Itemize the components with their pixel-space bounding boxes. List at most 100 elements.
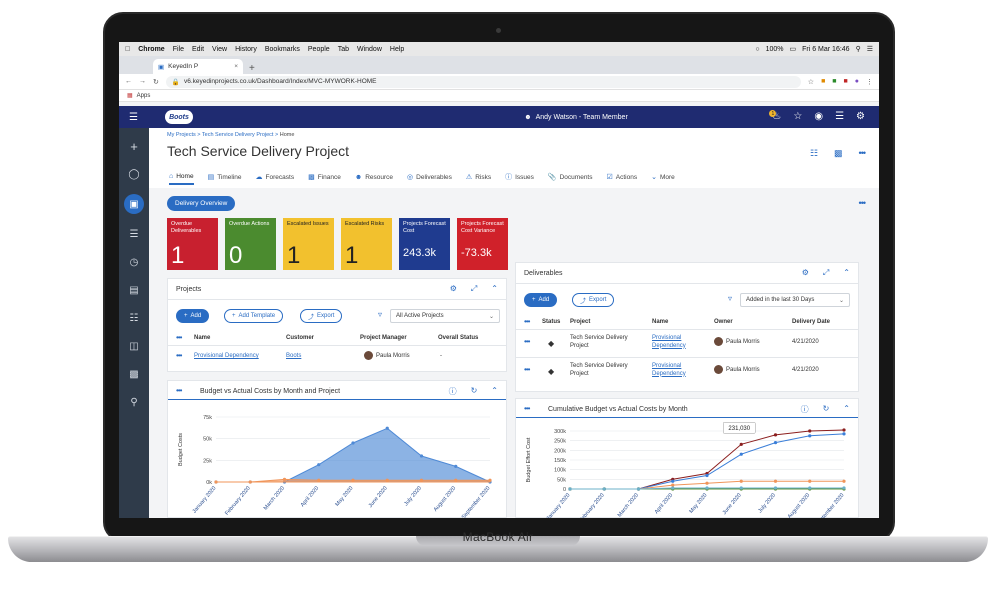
tab-more[interactable]: ⌄ More bbox=[651, 172, 675, 185]
chrome-menu-icon[interactable]: ⋮ bbox=[866, 78, 873, 86]
wifi-icon[interactable]: ○ bbox=[755, 46, 759, 53]
row-menu-icon[interactable]: ••• bbox=[176, 351, 182, 360]
menu-help[interactable]: Help bbox=[390, 46, 404, 53]
apple-icon[interactable]:  bbox=[125, 46, 130, 53]
globe-icon[interactable]: ◉ bbox=[814, 111, 823, 122]
extensions-icon[interactable]: ■ bbox=[821, 78, 825, 85]
reload-icon[interactable]: ↻ bbox=[153, 78, 159, 86]
sliders-icon[interactable]: ☰ bbox=[126, 226, 142, 242]
gear-icon[interactable]: ⚙ bbox=[802, 268, 809, 278]
add-project-button[interactable]: + Add bbox=[176, 309, 210, 323]
menu-history[interactable]: History bbox=[235, 46, 257, 53]
tab-risks[interactable]: ⚠ Risks bbox=[466, 172, 491, 185]
search-icon[interactable]: ⚲ bbox=[126, 394, 142, 410]
extensions-icon-3[interactable]: ■ bbox=[844, 78, 848, 85]
tab-home[interactable]: ⌂ Home bbox=[169, 172, 194, 185]
col-customer[interactable]: Customer bbox=[286, 335, 314, 341]
tab-forecasts[interactable]: ☁ Forecasts bbox=[256, 172, 295, 185]
menu-window[interactable]: Window bbox=[357, 46, 382, 53]
clock[interactable]: Fri 6 Mar 16:46 bbox=[802, 46, 849, 53]
calendar-icon[interactable]: ▤ bbox=[126, 282, 142, 298]
briefcase-icon[interactable]: ▣ bbox=[124, 194, 144, 214]
col-project-manager[interactable]: Project Manager bbox=[360, 335, 407, 341]
list-icon[interactable]: ☰ bbox=[835, 111, 844, 122]
chevron-up-icon[interactable]: ⌃ bbox=[491, 284, 498, 294]
more-icon[interactable]: ••• bbox=[859, 148, 867, 159]
user-menu[interactable]: ☻ Andy Watson - Team Member bbox=[524, 114, 628, 121]
inbox-icon[interactable]: ◫ bbox=[126, 338, 142, 354]
tile-overdue-actions[interactable]: Overdue Actions 0 bbox=[225, 218, 276, 270]
back-icon[interactable]: ← bbox=[125, 78, 132, 85]
col-owner[interactable]: Owner bbox=[714, 319, 733, 325]
hierarchy-icon[interactable]: ☷ bbox=[810, 148, 818, 159]
tile-overdue-deliverables[interactable]: Overdue Deliverables 1 bbox=[167, 218, 218, 270]
export-projects-button[interactable]: ⤴ Export bbox=[300, 309, 343, 323]
project-customer-link[interactable]: Boots bbox=[286, 353, 301, 359]
tab-finance[interactable]: ▩ Finance bbox=[308, 172, 341, 185]
favorite-star-icon[interactable]: ☆ bbox=[793, 111, 802, 122]
close-icon[interactable]: × bbox=[234, 63, 238, 70]
tile-forecast-variance[interactable]: Projects Forecast Cost Variance -73.3k bbox=[457, 218, 508, 270]
profile-icon[interactable]: ● bbox=[855, 78, 859, 85]
tile-forecast-cost[interactable]: Projects Forecast Cost 243.3k bbox=[399, 218, 450, 270]
menu-file[interactable]: File bbox=[173, 46, 184, 53]
bar-chart-icon[interactable]: ▩ bbox=[834, 148, 843, 159]
row-menu-icon[interactable]: ••• bbox=[524, 337, 530, 346]
search-icon[interactable]: ⚲ bbox=[856, 45, 861, 53]
project-name-link[interactable]: Provisional Dependency bbox=[194, 353, 259, 359]
expand-icon[interactable]: ⤢ bbox=[823, 268, 829, 278]
tab-documents[interactable]: 📎 Documents bbox=[548, 172, 593, 185]
bookmark-apps[interactable]: Apps bbox=[137, 93, 151, 99]
gear-icon[interactable]: ⚙ bbox=[856, 111, 865, 122]
breadcrumb-my-projects[interactable]: My Projects bbox=[167, 132, 196, 138]
row-menu-icon[interactable]: ••• bbox=[524, 317, 530, 326]
plus-icon[interactable]: + bbox=[126, 138, 142, 154]
filter-icon[interactable]: ▿ bbox=[378, 310, 382, 319]
lightbulb-icon[interactable]: ◯ bbox=[126, 166, 142, 182]
col-project[interactable]: Project bbox=[570, 319, 590, 325]
tab-actions[interactable]: ☑ Actions bbox=[606, 172, 637, 185]
tab-issues[interactable]: ⓘ Issues bbox=[505, 172, 534, 185]
delivery-overview-button[interactable]: Delivery Overview bbox=[167, 196, 236, 211]
extensions-icon-2[interactable]: ■ bbox=[832, 78, 836, 85]
bell-icon[interactable]: ♨ 1 bbox=[769, 110, 781, 122]
expand-icon[interactable]: ⤢ bbox=[471, 284, 477, 294]
menu-app[interactable]: Chrome bbox=[138, 46, 164, 53]
col-delivery-date[interactable]: Delivery Date bbox=[792, 319, 830, 325]
projects-filter-select[interactable]: All Active Projects ⌄ bbox=[390, 309, 500, 323]
breadcrumb-project[interactable]: Tech Service Delivery Project bbox=[202, 132, 274, 138]
forward-icon[interactable]: → bbox=[139, 78, 146, 85]
deliverable-name-link[interactable]: Provisional Dependency bbox=[652, 363, 706, 378]
tab-resource[interactable]: ☻ Resource bbox=[355, 172, 393, 185]
deliverables-filter-select[interactable]: Added in the last 30 Days ⌄ bbox=[740, 293, 850, 307]
gear-icon[interactable]: ⚙ bbox=[450, 284, 457, 294]
tile-escalated-issues[interactable]: Escalated Issues 1 bbox=[283, 218, 334, 270]
hierarchy-icon[interactable]: ☷ bbox=[126, 310, 142, 326]
hamburger-icon[interactable]: ☰ bbox=[129, 112, 138, 123]
add-deliverable-button[interactable]: + Add bbox=[524, 293, 558, 307]
brand-logo[interactable]: Boots bbox=[165, 110, 193, 124]
url-bar[interactable]: 🔒 v6.keyedinprojects.co.uk/Dashboard/Ind… bbox=[165, 75, 801, 88]
deliverable-name-link[interactable]: Provisional Dependency bbox=[652, 335, 706, 350]
row-menu-icon[interactable]: ••• bbox=[176, 333, 182, 342]
menu-edit[interactable]: Edit bbox=[192, 46, 204, 53]
col-status[interactable]: Status bbox=[542, 319, 560, 325]
clock-icon[interactable]: ◷ bbox=[126, 254, 142, 270]
tile-escalated-risks[interactable]: Escalated Risks 1 bbox=[341, 218, 392, 270]
chart-icon[interactable]: ▩ bbox=[126, 366, 142, 382]
star-icon[interactable]: ☆ bbox=[808, 78, 814, 86]
new-tab-icon[interactable]: + bbox=[249, 63, 255, 74]
battery-icon[interactable]: ▭ bbox=[789, 45, 796, 53]
more-icon[interactable]: ••• bbox=[859, 198, 867, 208]
menu-tab[interactable]: Tab bbox=[338, 46, 349, 53]
col-name[interactable]: Name bbox=[652, 319, 668, 325]
menu-people[interactable]: People bbox=[308, 46, 330, 53]
col-overall-status[interactable]: Overall Status bbox=[438, 335, 478, 341]
menu-bookmarks[interactable]: Bookmarks bbox=[265, 46, 300, 53]
add-template-button[interactable]: + Add Template bbox=[224, 309, 284, 323]
list-icon[interactable]: ☰ bbox=[867, 45, 873, 53]
menu-view[interactable]: View bbox=[212, 46, 227, 53]
col-name[interactable]: Name bbox=[194, 335, 210, 341]
export-deliverables-button[interactable]: ⤴ Export bbox=[572, 293, 615, 307]
row-menu-icon[interactable]: ••• bbox=[524, 365, 530, 374]
